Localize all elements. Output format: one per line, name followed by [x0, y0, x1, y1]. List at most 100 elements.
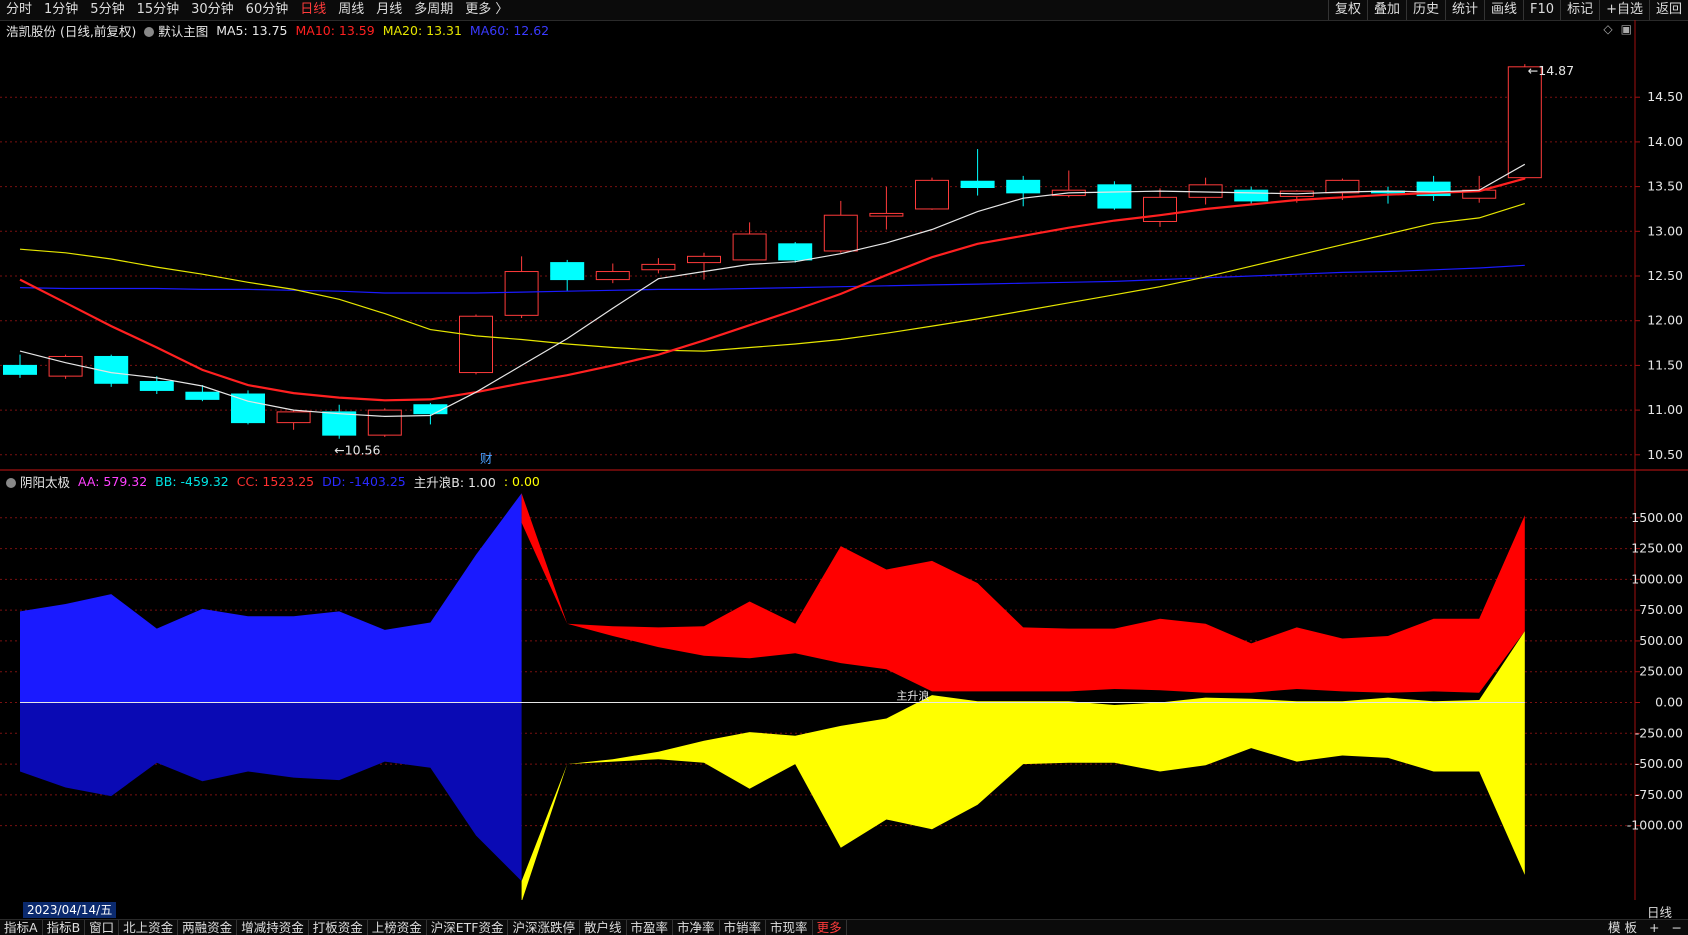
template-control-1[interactable]: +: [1643, 920, 1665, 935]
period-tab-7[interactable]: 周线: [332, 0, 370, 20]
blue-lower-area: [20, 702, 522, 882]
chart-area[interactable]: 10.50 11.00 11.50 12.00 12.50 13.00 13.50 14.00…: [0, 20, 1688, 900]
sub-tick-label-1: -750.00: [1635, 787, 1683, 802]
main-tick-label-1: 11.00: [1647, 402, 1683, 417]
candle-body-4: [185, 391, 220, 400]
candle-body-15: [687, 255, 721, 264]
template-control-2[interactable]: −: [1666, 920, 1688, 935]
indicator-tab-4[interactable]: 两融资金: [178, 920, 238, 935]
candle-body-25: [1143, 196, 1177, 222]
indicator-tab-15[interactable]: 更多: [813, 920, 847, 935]
blue-upper-area: [20, 493, 522, 703]
sub-tick-label-7: 750.00: [1639, 602, 1683, 617]
ma20-line: [19, 203, 1525, 352]
sub-tick-label-2: -500.00: [1635, 756, 1683, 771]
function-button-1[interactable]: 叠加: [1366, 0, 1406, 20]
candle-body-14: [641, 263, 676, 271]
indicator-tab-11[interactable]: 市盈率: [627, 920, 674, 935]
high-marker: ←14.87: [1528, 63, 1574, 78]
candle-body-5: [231, 393, 265, 424]
period-tabs: 分时 1分钟 5分钟 15分钟 30分钟 60分钟 日线 周线 月线 多周期 更多 〉: [0, 0, 514, 20]
indicator-tab-13[interactable]: 市销率: [720, 920, 767, 935]
candle-body-17: [778, 243, 813, 261]
period-tab-3[interactable]: 15分钟: [131, 0, 186, 20]
main-tick-label-5: 13.00: [1647, 223, 1683, 238]
candle-body-0: [3, 364, 37, 375]
candle-body-3: [139, 380, 174, 391]
sub-tick-label-3: -250.00: [1635, 725, 1683, 740]
sub-tick-label-0: -1000.00: [1627, 818, 1683, 833]
bottom-toolbar: 指标A 指标B 窗口 北上资金 两融资金 增减持资金 打板资金 上榜资金 沪深ETF资金 沪深涨跌…: [0, 919, 1688, 935]
period-tab-10[interactable]: 更多 〉: [459, 0, 514, 20]
sub-tick-label-6: 500.00: [1639, 633, 1683, 648]
indicator-tab-9[interactable]: 沪深涨跌停: [508, 920, 580, 935]
candle-body-18: [823, 214, 858, 252]
candle-body-8: [367, 409, 402, 436]
function-button-5[interactable]: F10: [1523, 0, 1560, 20]
ma5-line: [19, 163, 1526, 418]
indicator-tab-14[interactable]: 市现率: [766, 920, 813, 935]
function-button-2[interactable]: 历史: [1405, 0, 1445, 20]
main-tick-label-4: 12.50: [1647, 268, 1683, 283]
template-controls: 模 板 + −: [1602, 920, 1688, 935]
period-tab-0[interactable]: 分时: [0, 0, 38, 20]
indicator-tab-7[interactable]: 上榜资金: [368, 920, 427, 935]
sub-tick-label-4: 0.00: [1655, 695, 1683, 710]
indicator-tab-12[interactable]: 市净率: [673, 920, 720, 935]
indicator-tab-0[interactable]: 指标A: [0, 920, 43, 935]
main-tick-label-2: 11.50: [1647, 357, 1683, 372]
candle-body-20: [915, 179, 949, 210]
period-tab-5[interactable]: 60分钟: [240, 0, 295, 20]
period-tab-9[interactable]: 多周期: [408, 0, 459, 20]
sub-tick-label-5: 250.00: [1639, 664, 1683, 679]
candle-body-24: [1097, 184, 1132, 209]
period-tab-1[interactable]: 1分钟: [38, 0, 84, 20]
function-button-3[interactable]: 统计: [1445, 0, 1484, 20]
sub-tick-label-9: 1250.00: [1631, 541, 1683, 556]
period-tab-2[interactable]: 5分钟: [84, 0, 130, 20]
template-control-0[interactable]: 模 板: [1602, 920, 1643, 935]
period-tab-6[interactable]: 日线: [294, 0, 332, 20]
function-button-4[interactable]: 画线: [1484, 0, 1523, 20]
candle-body-21: [960, 180, 995, 189]
cursor-date-label: 2023/04/14/五: [23, 902, 117, 918]
candle-body-16: [732, 233, 767, 261]
candle-body-7: [322, 411, 357, 436]
indicator-tab-3[interactable]: 北上资金: [119, 920, 179, 935]
indicator-tab-8[interactable]: 沪深ETF资金: [427, 920, 509, 935]
candle-body-13: [595, 271, 630, 281]
ma60-line: [19, 264, 1525, 294]
candle-body-22: [1006, 179, 1041, 194]
zs-marker: 主升浪: [896, 689, 929, 703]
low-marker: ←10.56: [334, 443, 380, 458]
period-tab-8[interactable]: 月线: [370, 0, 408, 20]
candle-body-19: [869, 212, 904, 217]
candle-body-29: [1325, 179, 1360, 194]
red-area: [521, 493, 1525, 693]
function-button-8[interactable]: 返回: [1648, 0, 1688, 20]
sub-tick-label-10: 1500.00: [1631, 510, 1683, 525]
sub-tick-label-8: 1000.00: [1631, 571, 1683, 586]
indicator-tab-5[interactable]: 增减持资金: [237, 920, 309, 935]
indicator-tab-10[interactable]: 散户线: [580, 920, 627, 935]
indicator-tab-2[interactable]: 窗口: [85, 920, 120, 935]
function-button-6[interactable]: 标记: [1560, 0, 1599, 20]
period-tab-4[interactable]: 30分钟: [185, 0, 240, 20]
function-button-7[interactable]: +自选: [1599, 0, 1649, 20]
indicator-tabs: 指标A 指标B 窗口 北上资金 两融资金 增减持资金 打板资金 上榜资金 沪深ETF资金 沪深涨跌…: [0, 920, 847, 935]
main-tick-label-8: 14.50: [1647, 89, 1683, 104]
candle-body-6: [276, 411, 311, 424]
function-button-0[interactable]: 复权: [1327, 0, 1367, 20]
main-tick-label-7: 14.00: [1647, 134, 1683, 149]
candle-body-26: [1188, 184, 1223, 198]
main-tick-label-0: 10.50: [1647, 447, 1683, 462]
candle-body-27: [1234, 189, 1269, 202]
top-toolbar: 分时 1分钟 5分钟 15分钟 30分钟 60分钟 日线 周线 月线 多周期 更多 〉 复权 叠加 历史…: [0, 0, 1688, 21]
candle-body-12: [550, 262, 585, 281]
indicator-tab-6[interactable]: 打板资金: [309, 920, 368, 935]
candle-body-10: [459, 315, 493, 374]
main-tick-label-6: 13.50: [1647, 179, 1683, 194]
finance-marker: 财: [480, 451, 493, 466]
indicator-tab-1[interactable]: 指标B: [43, 920, 86, 935]
main-tick-label-3: 12.00: [1647, 313, 1683, 328]
